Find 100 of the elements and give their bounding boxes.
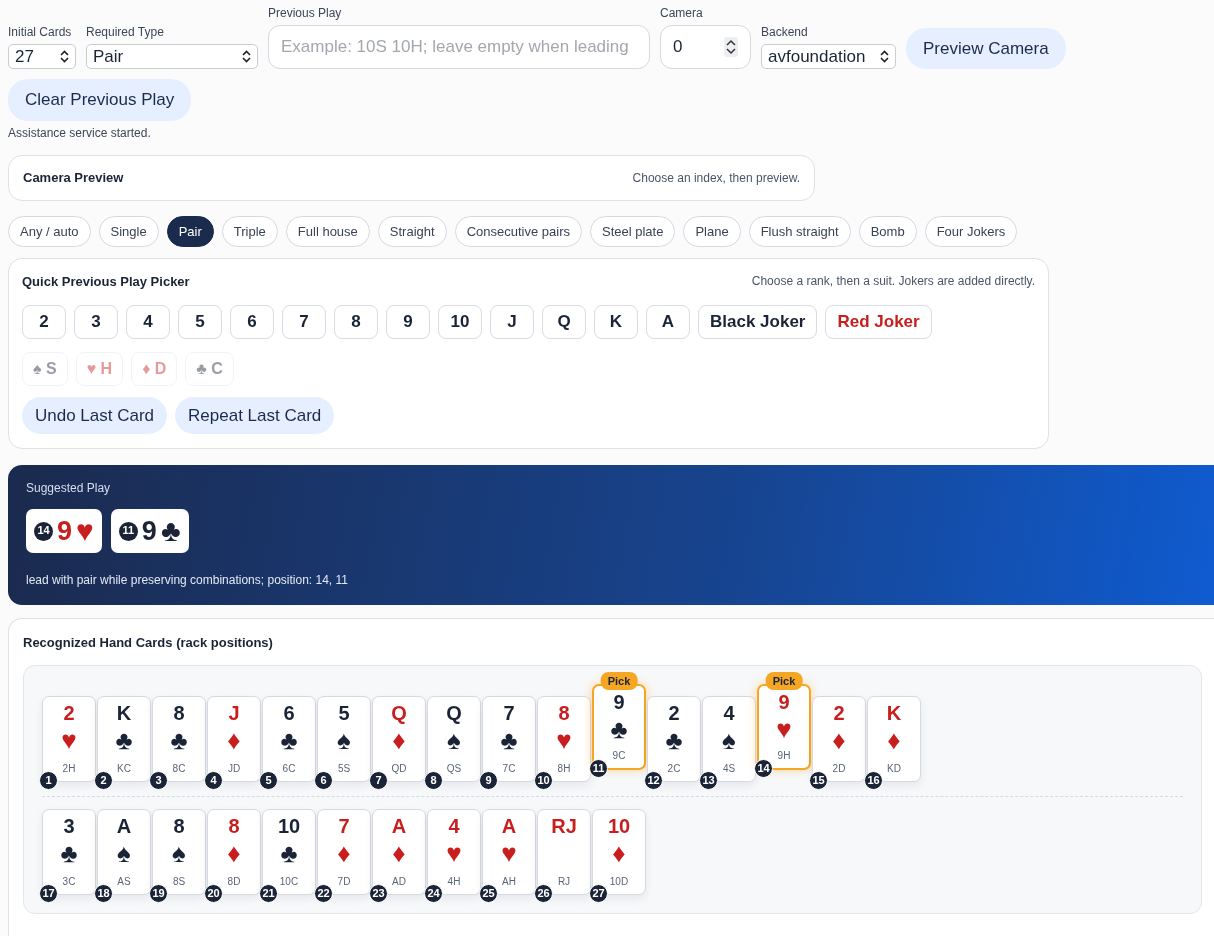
suit-text: ♦ xyxy=(612,837,626,869)
card-code: 3C xyxy=(62,874,76,889)
type-tab[interactable]: Flush straight xyxy=(748,215,851,247)
card-rank: 5 xyxy=(338,700,350,725)
type-tab[interactable]: Pair xyxy=(166,215,214,247)
action-button[interactable]: Repeat Last Card xyxy=(175,396,335,434)
rank-button[interactable]: A xyxy=(646,304,690,339)
suit-text: ♣ xyxy=(60,837,78,869)
card-rank: A xyxy=(116,813,132,838)
type-tab[interactable]: Triple xyxy=(221,215,278,247)
card-rank: K xyxy=(886,700,902,725)
suit-text: ♣ xyxy=(500,724,518,756)
type-tab[interactable]: Four Jokers xyxy=(924,215,1018,247)
rank-button[interactable]: 8 xyxy=(334,304,378,339)
card-rank: 10 xyxy=(607,813,631,838)
card-code: AD xyxy=(392,874,406,889)
field-label: Required Type xyxy=(86,24,165,41)
rank-button[interactable]: 10 xyxy=(438,304,482,339)
suit-text: ♦ xyxy=(392,837,406,869)
card-rank: 2 xyxy=(668,700,680,725)
card-rank: 4 xyxy=(723,700,735,725)
card-rank: A xyxy=(391,813,407,838)
spinner-icon[interactable] xyxy=(724,37,738,57)
suit-text: ♠ xyxy=(337,724,351,756)
backend-select[interactable]: avfoundation xyxy=(761,44,896,69)
card-code: 7D xyxy=(337,874,351,889)
status-text: Assistance service started. xyxy=(8,124,152,142)
type-tab[interactable]: Single xyxy=(98,215,159,247)
field-label: Camera xyxy=(660,5,704,22)
suit-text: ♦ xyxy=(887,724,901,756)
card-code: AS xyxy=(117,874,131,889)
card-code: 10D xyxy=(609,874,629,889)
card-code: AH xyxy=(502,874,516,889)
rank-button[interactable]: J xyxy=(490,304,534,339)
suit-text: ♦ xyxy=(832,724,846,756)
card-rank: Q xyxy=(446,700,462,725)
type-tab[interactable]: Steel plate xyxy=(589,215,676,247)
panel-title: Recognized Hand Cards (rack positions) xyxy=(23,634,274,652)
card-rank: 9 xyxy=(613,689,625,714)
rank-button[interactable]: 3 xyxy=(74,304,118,339)
card-code: 2D xyxy=(832,761,846,776)
type-select[interactable]: Pair xyxy=(86,44,258,69)
type-tab[interactable]: Straight xyxy=(377,215,447,247)
panel-title: Quick Previous Play Picker xyxy=(22,273,190,291)
card-code: 9C xyxy=(612,748,626,763)
rank-button[interactable]: 7 xyxy=(282,304,326,339)
card-code: 6C xyxy=(282,761,296,776)
type-tab[interactable]: Consecutive pairs xyxy=(454,215,582,247)
suit-text: ♣ xyxy=(160,513,181,549)
suit-text: ♠ xyxy=(172,837,186,869)
type-tab[interactable]: Plane xyxy=(683,215,741,247)
card-code: 5S xyxy=(337,761,351,776)
number-field[interactable]: 0 xyxy=(660,25,751,69)
clear-button[interactable]: Clear Previous Play xyxy=(8,79,192,121)
card-rank: J xyxy=(228,700,240,725)
rank-button[interactable]: Black Joker xyxy=(698,304,818,339)
suit-text: ♥ xyxy=(76,513,94,549)
suit-text: ♣ xyxy=(665,724,683,756)
type-tab[interactable]: Bomb xyxy=(858,215,917,247)
action-button[interactable]: Undo Last Card xyxy=(22,396,168,434)
suit-text: ♠ xyxy=(447,724,461,756)
panel-hint: Choose a rank, then a suit. Jokers are added directly. xyxy=(751,273,1035,290)
rank-button[interactable]: 9 xyxy=(386,304,430,339)
preview-button[interactable]: Preview Camera xyxy=(906,27,1066,69)
card-code: 2H xyxy=(62,761,76,776)
suit-text: ♣ xyxy=(170,724,188,756)
number-select[interactable]: 27 xyxy=(8,44,76,69)
text-field[interactable]: Example: 10S 10H; leave empty when leading xyxy=(268,25,650,69)
chevron-icon xyxy=(60,50,69,63)
suit-text: ♦ xyxy=(392,724,406,756)
rank-button[interactable]: K xyxy=(594,304,638,339)
card-rank: 9 xyxy=(778,689,790,714)
rank-button[interactable]: 4 xyxy=(126,304,170,339)
card-rank: 7 xyxy=(503,700,515,725)
card-rank: 2 xyxy=(833,700,845,725)
card-rank: 8 xyxy=(173,813,185,838)
type-tab[interactable]: Any / auto xyxy=(8,215,91,247)
card-rank: 2 xyxy=(63,700,75,725)
card-code: KD xyxy=(887,761,901,776)
panel-hint: Choose an index, then preview. xyxy=(632,169,800,187)
card-rank: 3 xyxy=(63,813,75,838)
card-code: 8H xyxy=(557,761,571,776)
suit-text: ♥ xyxy=(501,837,517,869)
rank-button[interactable]: 2 xyxy=(22,304,66,339)
rank-button[interactable]: 6 xyxy=(230,304,274,339)
card-rank: 7 xyxy=(338,813,350,838)
type-tab[interactable]: Full house xyxy=(285,215,370,247)
card-rank: 9 xyxy=(141,514,157,548)
suit-text: ♣ xyxy=(610,713,628,745)
rank-button[interactable]: Red Joker xyxy=(825,304,932,339)
rank-button[interactable]: Q xyxy=(542,304,586,339)
card-code: 10C xyxy=(279,874,299,889)
suit-text: ♣ xyxy=(280,837,298,869)
card-code: 8S xyxy=(172,874,186,889)
panel-title: Suggested Play xyxy=(26,480,112,497)
card-code: 7C xyxy=(502,761,516,776)
suit-text: ♥ xyxy=(776,713,792,745)
position-badge: 14 xyxy=(34,521,53,541)
card-code: KC xyxy=(117,761,131,776)
rank-button[interactable]: 5 xyxy=(178,304,222,339)
